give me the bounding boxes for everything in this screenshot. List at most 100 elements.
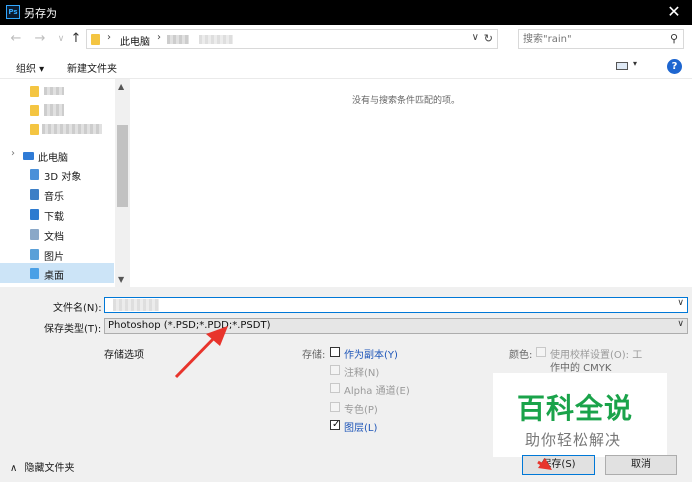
document-icon (30, 229, 39, 240)
proof-setup-label-line2: 作中的 CMYK (550, 363, 612, 374)
search-box[interactable]: ⚲ (518, 29, 684, 49)
cancel-button[interactable]: 取消 (605, 455, 677, 475)
nav-item-quick-access[interactable] (0, 81, 114, 101)
filename-label: 文件名(N): (53, 303, 102, 314)
layers-checkbox[interactable]: ✓ (330, 419, 341, 430)
filename-input[interactable] (109, 299, 669, 311)
redacted-breadcrumb (167, 35, 189, 44)
filetype-value: Photoshop (*.PSD;*.PDD;*.PSDT) (108, 320, 271, 331)
chevron-right-icon[interactable]: › (157, 32, 161, 43)
nav-item-label: 3D 对象 (44, 172, 82, 183)
nav-item-pictures[interactable]: 图片 (0, 244, 114, 264)
nav-item-music[interactable]: 音乐 (0, 184, 114, 204)
expand-icon[interactable]: › (11, 148, 15, 159)
chevron-right-icon[interactable]: › (107, 32, 111, 43)
nav-item-desktop[interactable]: 桌面 (0, 263, 114, 283)
chevron-up-icon: ∧ (10, 463, 18, 474)
organize-button[interactable]: 组织 ▾ (16, 60, 44, 75)
view-options-button[interactable]: ▾ (616, 59, 642, 72)
watermark-slogan: 助你轻松解决 (525, 431, 622, 449)
nav-item-label: 音乐 (44, 192, 64, 203)
command-bar: 组织 ▾ 新建文件夹 ▾ ? (0, 53, 692, 79)
recent-locations-button[interactable]: ∨ (53, 30, 69, 48)
navigation-pane: › 此电脑 3D 对象 音乐 下载 文档 图片 桌面 ▲ ▼ (0, 79, 130, 287)
nav-item-downloads[interactable]: 下载 (0, 204, 114, 224)
nav-item-documents[interactable]: 文档 (0, 224, 114, 244)
nav-item-this-pc[interactable]: › 此电脑 (0, 145, 114, 165)
nav-item-label: 下载 (44, 212, 64, 223)
proof-setup-checkbox (536, 347, 546, 357)
nav-item-quick-access[interactable] (0, 119, 114, 139)
filetype-select[interactable]: Photoshop (*.PSD;*.PDD;*.PSDT) ∨ (104, 318, 688, 334)
nav-item-quick-access[interactable] (0, 100, 114, 120)
nav-scrollbar[interactable]: ▲ ▼ (115, 79, 130, 287)
folder-icon (30, 124, 39, 135)
redacted-label (44, 104, 64, 116)
layers-label: 图层(L) (344, 423, 378, 434)
breadcrumb-this-pc[interactable]: 此电脑 (120, 33, 150, 48)
empty-results-message: 没有与搜索条件匹配的项。 (352, 96, 461, 106)
nav-item-label: 此电脑 (38, 153, 68, 164)
spot-checkbox (330, 402, 340, 412)
scroll-thumb[interactable] (117, 125, 128, 207)
scroll-down-icon[interactable]: ▼ (118, 275, 124, 284)
nav-item-label: 文档 (44, 232, 64, 243)
save-button[interactable]: 保存(S) (522, 455, 595, 475)
title-bar: Ps 另存为 ✕ (0, 0, 692, 25)
window-title: 另存为 (24, 7, 57, 20)
computer-icon (23, 152, 34, 160)
alpha-checkbox (330, 383, 340, 393)
nav-item-label: 桌面 (44, 271, 64, 282)
nav-item-label: 图片 (44, 252, 64, 263)
help-button[interactable]: ? (667, 59, 682, 74)
desktop-icon (30, 268, 39, 279)
search-input[interactable] (523, 32, 661, 46)
photoshop-icon: Ps (6, 5, 20, 19)
filetype-label: 保存类型(T): (44, 324, 102, 335)
as-copy-checkbox[interactable] (330, 347, 340, 357)
close-button[interactable]: ✕ (664, 2, 684, 22)
forward-button[interactable]: → (32, 30, 48, 48)
new-folder-button[interactable]: 新建文件夹 (67, 60, 117, 75)
chevron-down-icon[interactable]: ∨ (677, 319, 684, 329)
as-copy-label: 作为副本(Y) (344, 350, 398, 361)
watermark-logo: 百科全说 助你轻松解决 (493, 373, 667, 457)
music-icon (30, 189, 39, 200)
color-label: 颜色: (509, 350, 533, 361)
redacted-label (44, 87, 64, 95)
search-icon[interactable]: ⚲ (670, 32, 678, 45)
refresh-icon[interactable]: ↻ (484, 32, 493, 45)
scroll-up-icon[interactable]: ▲ (118, 82, 124, 91)
chevron-down-icon: ▾ (633, 59, 638, 68)
dialog-footer: ∧ 隐藏文件夹 保存(S) 取消 (0, 450, 692, 482)
watermark-title: 百科全说 (517, 392, 634, 425)
alpha-label: Alpha 通道(E) (344, 386, 410, 397)
folder-icon (30, 105, 39, 116)
hide-folders-label: 隐藏文件夹 (24, 463, 75, 474)
spot-label: 专色(P) (344, 405, 378, 416)
chevron-down-icon[interactable]: ∨ (677, 298, 684, 308)
checkmark-icon: ✓ (332, 419, 341, 430)
annotation-arrow-filetype (174, 333, 219, 379)
filename-field[interactable]: ∨ (104, 297, 688, 313)
file-list[interactable]: 没有与搜索条件匹配的项。 (130, 79, 692, 287)
nav-item-3d-objects[interactable]: 3D 对象 (0, 164, 114, 184)
up-button[interactable]: ↑ (68, 30, 84, 48)
view-icon (616, 62, 628, 70)
save-options-heading: 存储选项 (104, 350, 144, 361)
chevron-down-icon[interactable]: ∨ (472, 32, 479, 43)
hide-folders-toggle[interactable]: ∧ 隐藏文件夹 (10, 459, 75, 474)
download-icon (30, 209, 39, 220)
storage-label: 存储: (302, 350, 326, 361)
folder-icon (30, 86, 39, 97)
address-bar: ← → ∨ ↑ › 此电脑 › ∨ ↻ ⚲ (0, 25, 692, 53)
picture-icon (30, 249, 39, 260)
cube-icon (30, 169, 39, 180)
pane-divider (0, 287, 692, 293)
folder-icon (91, 34, 100, 45)
notes-checkbox (330, 365, 340, 375)
redacted-breadcrumb (199, 35, 233, 44)
back-button[interactable]: ← (8, 30, 24, 48)
redacted-label (42, 124, 102, 134)
address-box[interactable]: › 此电脑 › ∨ ↻ (86, 29, 498, 49)
